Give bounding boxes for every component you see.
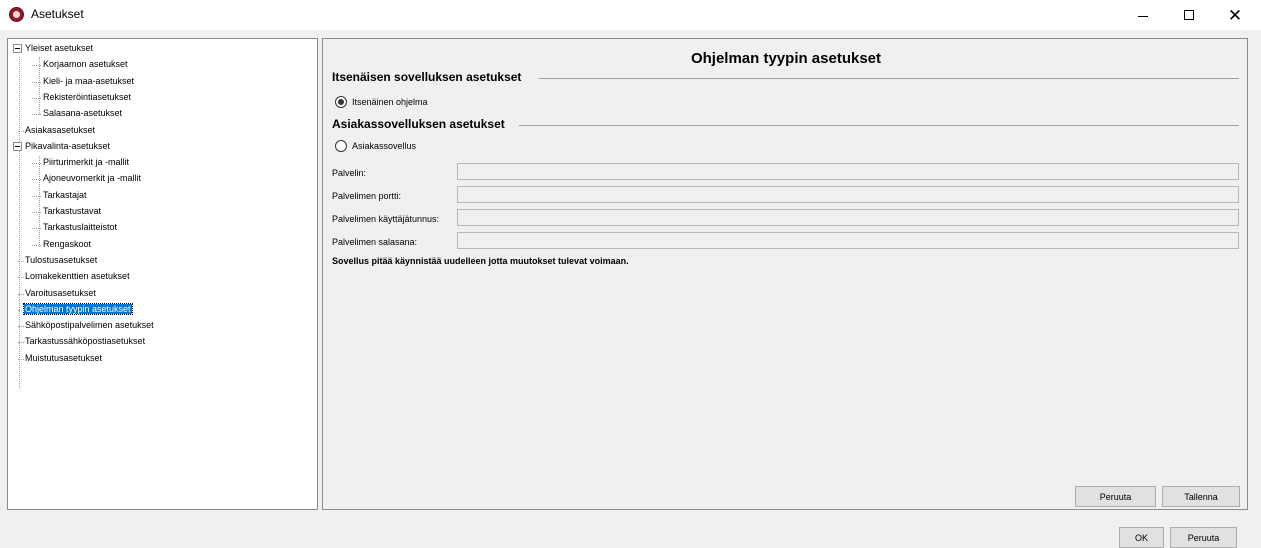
tree-item-label: Asiakasasetukset bbox=[25, 125, 96, 135]
tree-guide-line bbox=[32, 82, 41, 83]
collapse-icon[interactable] bbox=[13, 44, 22, 53]
tree-item-label: Tarkastajat bbox=[43, 190, 87, 200]
close-icon: ✕ bbox=[1227, 5, 1243, 25]
tree-item[interactable]: Sähköpostipalvelimen asetukset bbox=[14, 319, 155, 332]
app-icon bbox=[9, 7, 24, 22]
title-bar: Asetukset ✕ bbox=[0, 0, 1261, 30]
tree-guide-line bbox=[32, 196, 41, 197]
tree-item-label: Salasana-asetukset bbox=[43, 108, 123, 118]
tree-item[interactable]: Tarkastustavat bbox=[32, 205, 102, 218]
tree-item-label: Tulostusasetukset bbox=[25, 255, 98, 265]
client-section-heading: Asiakassovelluksen asetukset bbox=[332, 117, 505, 131]
tree-item-label: Kieli- ja maa-asetukset bbox=[43, 76, 135, 86]
tree-guide-line bbox=[32, 212, 41, 213]
password-label: Palvelimen salasana: bbox=[332, 237, 418, 247]
collapse-icon[interactable] bbox=[13, 142, 22, 151]
tree-item-label: Korjaamon asetukset bbox=[43, 59, 128, 69]
section-divider bbox=[539, 78, 1239, 79]
page-title: Ohjelman tyypin asetukset bbox=[690, 50, 882, 67]
tree-item[interactable]: Tulostusasetukset bbox=[14, 254, 98, 267]
tree-guide-line bbox=[32, 245, 41, 246]
tree-guide-line bbox=[32, 98, 41, 99]
standalone-section-heading: Itsenäisen sovelluksen asetukset bbox=[332, 70, 522, 84]
tree-item[interactable]: Ajoneuvomerkit ja -mallit bbox=[32, 172, 142, 185]
tree-guide-line bbox=[18, 261, 24, 262]
tree-guide-line bbox=[18, 342, 24, 343]
tree-item[interactable]: Rekisteröintiasetukset bbox=[32, 91, 132, 104]
window-title: Asetukset bbox=[31, 7, 84, 21]
save-button[interactable]: Tallenna bbox=[1162, 486, 1240, 507]
tree-item[interactable]: Tarkastuslaitteistot bbox=[32, 221, 118, 234]
tree-item[interactable]: Tarkastajat bbox=[32, 189, 88, 202]
tree-item-label: Sähköpostipalvelimen asetukset bbox=[25, 320, 154, 330]
restart-note: Sovellus pitää käynnistää uudelleen jott… bbox=[332, 256, 629, 266]
tree-guide-line bbox=[18, 359, 24, 360]
close-button[interactable]: ✕ bbox=[1212, 0, 1258, 30]
tree-guide-line bbox=[18, 277, 24, 278]
tree-item-label: Tarkastustavat bbox=[43, 206, 102, 216]
tree-item[interactable]: Pikavalinta-asetukset bbox=[13, 140, 111, 153]
footer-cancel-button[interactable]: Peruuta bbox=[1170, 527, 1237, 548]
tree-guide-line bbox=[18, 326, 24, 327]
section-divider bbox=[519, 125, 1239, 126]
standalone-radio-label: Itsenäinen ohjelma bbox=[352, 97, 428, 107]
tree-guide-line bbox=[18, 294, 24, 295]
tree-item-label: Lomakekenttien asetukset bbox=[25, 271, 130, 281]
tree-item-label: Rekisteröintiasetukset bbox=[43, 92, 132, 102]
maximize-icon bbox=[1184, 10, 1194, 20]
tree-guide-line bbox=[32, 163, 41, 164]
standalone-radio[interactable] bbox=[335, 96, 347, 108]
tree-item[interactable]: Lomakekenttien asetukset bbox=[14, 270, 131, 283]
tree-item-label: Yleiset asetukset bbox=[25, 43, 94, 53]
tree-item[interactable]: Tarkastussähköpostiasetukset bbox=[14, 335, 146, 348]
tree-item[interactable]: Muistutusasetukset bbox=[14, 352, 103, 365]
tree-item[interactable]: Piirturimerkit ja -mallit bbox=[32, 156, 130, 169]
content-panel: Ohjelman tyypin asetukset Itsenäisen sov… bbox=[322, 38, 1248, 510]
standalone-radio-option[interactable]: Itsenäinen ohjelma bbox=[335, 95, 428, 109]
password-input[interactable] bbox=[457, 232, 1239, 249]
content-cancel-button[interactable]: Peruuta bbox=[1075, 486, 1156, 507]
client-radio-option[interactable]: Asiakassovellus bbox=[335, 139, 416, 153]
minimize-button[interactable] bbox=[1120, 0, 1166, 30]
maximize-button[interactable] bbox=[1166, 0, 1212, 30]
tree-item[interactable]: Varoitusasetukset bbox=[14, 287, 97, 300]
tree-item[interactable]: Kieli- ja maa-asetukset bbox=[32, 75, 135, 88]
tree-item-label: Rengaskoot bbox=[43, 239, 92, 249]
tree-item[interactable]: Ohjelman tyypin asetukset bbox=[14, 303, 133, 316]
settings-tree[interactable]: Yleiset asetukset Korjaamon asetukset Kiel… bbox=[7, 38, 318, 510]
tree-item[interactable]: Asiakasasetukset bbox=[14, 124, 96, 137]
settings-dialog: Yleiset asetukset Korjaamon asetukset Kiel… bbox=[0, 30, 1261, 548]
tree-item-label: Varoitusasetukset bbox=[25, 288, 96, 298]
tree-item-label: Tarkastuslaitteistot bbox=[43, 222, 118, 232]
tree-guide-line bbox=[18, 131, 24, 132]
tree-item-label: Piirturimerkit ja -mallit bbox=[43, 157, 130, 167]
tree-item-label: Pikavalinta-asetukset bbox=[25, 141, 111, 151]
tree-item[interactable]: Yleiset asetukset bbox=[13, 42, 94, 55]
tree-item-label: Ohjelman tyypin asetukset bbox=[23, 303, 133, 315]
tree-item[interactable]: Salasana-asetukset bbox=[32, 107, 123, 120]
tree-guide-line bbox=[32, 65, 41, 66]
tree-item[interactable]: Rengaskoot bbox=[32, 238, 92, 251]
client-radio[interactable] bbox=[335, 140, 347, 152]
tree-guide-line bbox=[32, 179, 41, 180]
tree-item-label: Tarkastussähköpostiasetukset bbox=[25, 336, 146, 346]
tree-item[interactable]: Korjaamon asetukset bbox=[32, 58, 129, 71]
tree-item-label: Muistutusasetukset bbox=[25, 353, 103, 363]
client-radio-label: Asiakassovellus bbox=[352, 141, 417, 151]
tree-item-label: Ajoneuvomerkit ja -mallit bbox=[43, 173, 142, 183]
tree-guide-line bbox=[32, 228, 41, 229]
server-input[interactable] bbox=[457, 163, 1239, 180]
tree-guide-line bbox=[18, 310, 24, 311]
port-label: Palvelimen portti: bbox=[332, 191, 402, 201]
server-label: Palvelin: bbox=[332, 168, 367, 178]
ok-button[interactable]: OK bbox=[1119, 527, 1164, 548]
minimize-icon bbox=[1138, 15, 1148, 17]
username-label: Palvelimen käyttäjätunnus: bbox=[332, 214, 440, 224]
tree-guide-line bbox=[32, 114, 41, 115]
username-input[interactable] bbox=[457, 209, 1239, 226]
port-input[interactable] bbox=[457, 186, 1239, 203]
